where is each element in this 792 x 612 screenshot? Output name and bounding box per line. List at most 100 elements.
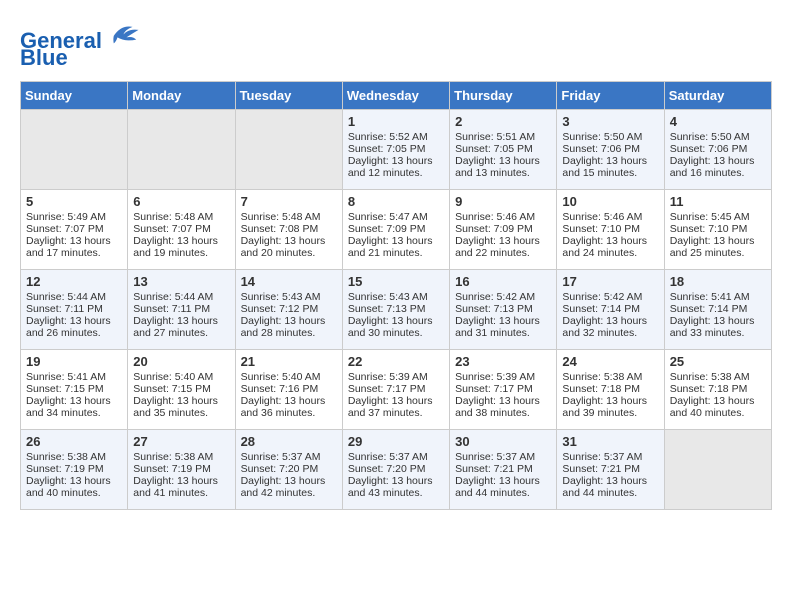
cell-info-line: Sunset: 7:19 PM (26, 463, 122, 475)
day-number: 8 (348, 194, 444, 209)
calendar-cell: 23Sunrise: 5:39 AMSunset: 7:17 PMDayligh… (450, 350, 557, 430)
cell-info-line: Sunrise: 5:47 AM (348, 211, 444, 223)
calendar-table: SundayMondayTuesdayWednesdayThursdayFrid… (20, 81, 772, 510)
cell-info-line: Sunset: 7:20 PM (348, 463, 444, 475)
calendar-cell: 21Sunrise: 5:40 AMSunset: 7:16 PMDayligh… (235, 350, 342, 430)
cell-info-line: Sunset: 7:10 PM (562, 223, 658, 235)
day-number: 23 (455, 354, 551, 369)
cell-info-line: Daylight: 13 hours and 43 minutes. (348, 475, 444, 499)
cell-info-line: Daylight: 13 hours and 38 minutes. (455, 395, 551, 419)
cell-info-line: Sunrise: 5:50 AM (562, 131, 658, 143)
calendar-cell: 16Sunrise: 5:42 AMSunset: 7:13 PMDayligh… (450, 270, 557, 350)
calendar-cell: 26Sunrise: 5:38 AMSunset: 7:19 PMDayligh… (21, 430, 128, 510)
calendar-cell (21, 110, 128, 190)
calendar-cell: 28 Sunrise: 5:37 AMSunset: 7:20 PMDayligh… (235, 430, 342, 510)
cell-info-line: Sunrise: 5:51 AM (455, 131, 551, 143)
cell-info-line: Daylight: 13 hours and 21 minutes. (348, 235, 444, 259)
cell-info-line: Daylight: 13 hours and 35 minutes. (133, 395, 229, 419)
calendar-cell: 12Sunrise: 5:44 AMSunset: 7:11 PMDayligh… (21, 270, 128, 350)
day-number: 12 (26, 274, 122, 289)
day-number: 29 (348, 434, 444, 449)
day-number: 2 (455, 114, 551, 129)
calendar-cell: 14Sunrise: 5:43 AMSunset: 7:12 PMDayligh… (235, 270, 342, 350)
day-number: 1 (348, 114, 444, 129)
calendar-cell: 2Sunrise: 5:51 AMSunset: 7:05 PMDaylight… (450, 110, 557, 190)
cell-info-line: Sunset: 7:20 PM (241, 463, 337, 475)
cell-info-line: Sunset: 7:17 PM (455, 383, 551, 395)
cell-info-line: Sunrise: 5:41 AM (26, 371, 122, 383)
day-number: 13 (133, 274, 229, 289)
cell-info-line: Sunset: 7:19 PM (133, 463, 229, 475)
cell-info-line: Sunset: 7:17 PM (348, 383, 444, 395)
calendar-week-row: 5Sunrise: 5:49 AMSunset: 7:07 PMDaylight… (21, 190, 772, 270)
cell-info-line: Sunrise: 5:45 AM (670, 211, 766, 223)
cell-info-line: Sunrise: 5:44 AM (133, 291, 229, 303)
cell-info-line: Daylight: 13 hours and 42 minutes. (241, 475, 337, 499)
cell-info-line: Sunrise: 5:43 AM (241, 291, 337, 303)
calendar-cell: 11Sunrise: 5:45 AMSunset: 7:10 PMDayligh… (664, 190, 771, 270)
cell-info-line: Daylight: 13 hours and 13 minutes. (455, 155, 551, 179)
cell-info-line: Daylight: 13 hours and 30 minutes. (348, 315, 444, 339)
cell-info-line: Sunset: 7:14 PM (562, 303, 658, 315)
logo-bird-icon (110, 20, 140, 48)
calendar-cell: 6Sunrise: 5:48 AMSunset: 7:07 PMDaylight… (128, 190, 235, 270)
day-header-monday: Monday (128, 82, 235, 110)
cell-info-line: Sunset: 7:07 PM (26, 223, 122, 235)
day-number: 28 (241, 434, 337, 449)
cell-info-line: Sunrise: 5:48 AM (241, 211, 337, 223)
day-number: 19 (26, 354, 122, 369)
cell-info-line: Sunset: 7:18 PM (670, 383, 766, 395)
cell-info-line: Sunset: 7:13 PM (455, 303, 551, 315)
cell-info-line: Daylight: 13 hours and 17 minutes. (26, 235, 122, 259)
cell-info-line: Daylight: 13 hours and 39 minutes. (562, 395, 658, 419)
day-number: 4 (670, 114, 766, 129)
day-header-saturday: Saturday (664, 82, 771, 110)
cell-info-line: Sunrise: 5:49 AM (26, 211, 122, 223)
cell-info-line: Daylight: 13 hours and 40 minutes. (26, 475, 122, 499)
cell-info-line: Sunset: 7:12 PM (241, 303, 337, 315)
day-number: 5 (26, 194, 122, 209)
calendar-cell: 20Sunrise: 5:40 AMSunset: 7:15 PMDayligh… (128, 350, 235, 430)
day-number: 10 (562, 194, 658, 209)
cell-info-line: Sunrise: 5:43 AM (348, 291, 444, 303)
cell-info-line: Daylight: 13 hours and 25 minutes. (670, 235, 766, 259)
cell-info-line: Daylight: 13 hours and 15 minutes. (562, 155, 658, 179)
cell-info-line: Sunset: 7:11 PM (26, 303, 122, 315)
calendar-cell: 13Sunrise: 5:44 AMSunset: 7:11 PMDayligh… (128, 270, 235, 350)
day-number: 31 (562, 434, 658, 449)
cell-info-line: Sunrise: 5:37 AM (241, 451, 337, 463)
cell-info-line: Sunset: 7:16 PM (241, 383, 337, 395)
cell-info-line: Daylight: 13 hours and 44 minutes. (562, 475, 658, 499)
day-number: 21 (241, 354, 337, 369)
cell-info-line: Sunset: 7:05 PM (348, 143, 444, 155)
cell-info-line: Sunrise: 5:38 AM (133, 451, 229, 463)
calendar-cell: 29Sunrise: 5:37 AMSunset: 7:20 PMDayligh… (342, 430, 449, 510)
calendar-cell: 25Sunrise: 5:38 AMSunset: 7:18 PMDayligh… (664, 350, 771, 430)
calendar-cell: 18Sunrise: 5:41 AMSunset: 7:14 PMDayligh… (664, 270, 771, 350)
day-number: 25 (670, 354, 766, 369)
cell-info-line: Sunset: 7:15 PM (133, 383, 229, 395)
day-number: 9 (455, 194, 551, 209)
cell-info-line: Daylight: 13 hours and 40 minutes. (670, 395, 766, 419)
cell-info-line: Daylight: 13 hours and 36 minutes. (241, 395, 337, 419)
calendar-cell: 3Sunrise: 5:50 AMSunset: 7:06 PMDaylight… (557, 110, 664, 190)
cell-info-line: Sunset: 7:11 PM (133, 303, 229, 315)
cell-info-line: Sunrise: 5:42 AM (455, 291, 551, 303)
calendar-cell: 31Sunrise: 5:37 AMSunset: 7:21 PMDayligh… (557, 430, 664, 510)
calendar-cell: 8Sunrise: 5:47 AMSunset: 7:09 PMDaylight… (342, 190, 449, 270)
day-number: 17 (562, 274, 658, 289)
day-header-sunday: Sunday (21, 82, 128, 110)
calendar-cell (128, 110, 235, 190)
cell-info-line: Sunrise: 5:37 AM (562, 451, 658, 463)
cell-info-line: Sunset: 7:06 PM (670, 143, 766, 155)
cell-info-line: Sunrise: 5:52 AM (348, 131, 444, 143)
cell-info-line: Daylight: 13 hours and 34 minutes. (26, 395, 122, 419)
cell-info-line: Sunset: 7:13 PM (348, 303, 444, 315)
header: General Blue (20, 20, 772, 71)
calendar-cell: 15Sunrise: 5:43 AMSunset: 7:13 PMDayligh… (342, 270, 449, 350)
calendar-cell (664, 430, 771, 510)
day-number: 24 (562, 354, 658, 369)
logo: General Blue (20, 20, 140, 71)
calendar-cell: 9Sunrise: 5:46 AMSunset: 7:09 PMDaylight… (450, 190, 557, 270)
cell-info-line: Daylight: 13 hours and 37 minutes. (348, 395, 444, 419)
